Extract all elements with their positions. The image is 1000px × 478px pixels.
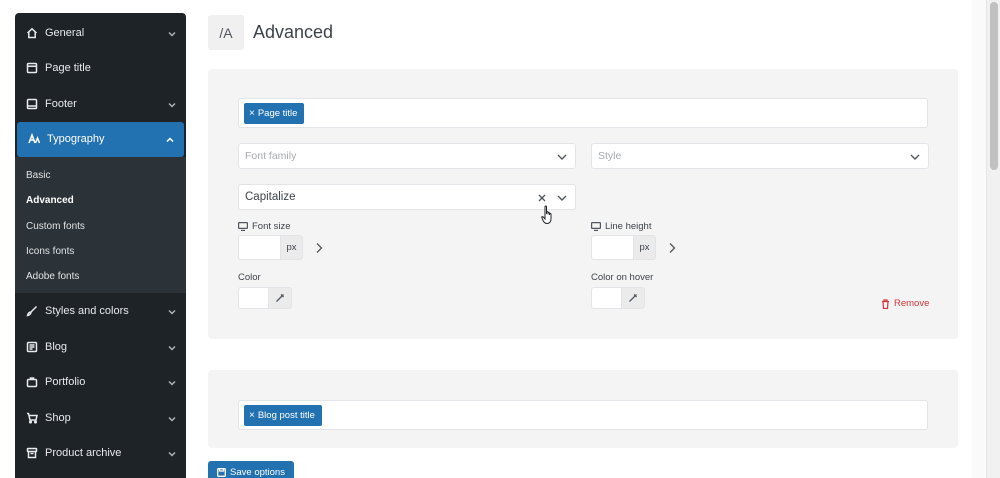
- page-header: /A Advanced: [208, 15, 333, 50]
- scrollbar-thumb[interactable]: [990, 2, 998, 170]
- remove-label: Remove: [894, 298, 930, 309]
- color-swatch[interactable]: [238, 287, 268, 309]
- desktop-icon: [238, 222, 248, 231]
- nav-item-shop[interactable]: Shop: [15, 400, 186, 436]
- font-style-select[interactable]: Style: [591, 143, 929, 169]
- typography-icon: [27, 132, 41, 146]
- line-height-field: px: [591, 235, 656, 260]
- nav-item-page-title[interactable]: Page title: [15, 51, 186, 87]
- typography-icon: /A: [208, 15, 244, 50]
- text-transform-select[interactable]: Capitalize: [238, 184, 576, 210]
- chevron-down-icon: [168, 449, 176, 457]
- element-selector-field-2[interactable]: × Blog post title: [238, 400, 928, 430]
- nav-item-product-archive[interactable]: Product archive: [15, 435, 186, 471]
- nav-label: Footer: [45, 97, 77, 110]
- chevron-down-icon: [168, 414, 176, 422]
- font-family-placeholder: Font family: [245, 150, 297, 162]
- remove-tag-icon[interactable]: ×: [249, 410, 255, 421]
- sidebar: General Page title Footer Typography Bas…: [15, 13, 186, 478]
- submenu-item-custom-fonts[interactable]: Custom fonts: [15, 214, 186, 239]
- nav-item-typography[interactable]: Typography: [17, 121, 184, 157]
- color-label: Color: [238, 272, 261, 283]
- nav-item-blog[interactable]: Blog: [15, 329, 186, 365]
- font-size-label-text: Font size: [252, 221, 291, 232]
- color-hover-field: [591, 287, 645, 309]
- blog-icon: [25, 340, 39, 354]
- line-height-input[interactable]: [591, 235, 633, 260]
- font-size-label: Font size: [238, 221, 291, 232]
- tag-label: Blog post title: [257, 410, 315, 421]
- chevron-right-icon[interactable]: [667, 241, 677, 253]
- color-hover-swatch[interactable]: [591, 287, 621, 309]
- eyedropper-icon[interactable]: [621, 287, 645, 309]
- save-options-button[interactable]: Save options: [208, 461, 294, 478]
- selected-element-tag[interactable]: × Page title: [244, 103, 305, 124]
- text-transform-value: Capitalize: [245, 191, 296, 203]
- element-selector-field[interactable]: × Page title: [238, 98, 928, 128]
- chevron-right-icon[interactable]: [314, 241, 324, 253]
- nav-item-general[interactable]: General: [15, 15, 186, 51]
- chevron-down-icon: [168, 378, 176, 386]
- chevron-down-icon: [168, 343, 176, 351]
- line-height-label-text: Line height: [605, 221, 652, 232]
- nav-label: Product archive: [45, 447, 122, 460]
- cart-icon: [25, 411, 39, 425]
- nav-item-footer[interactable]: Footer: [15, 86, 186, 122]
- nav-label: Portfolio: [45, 376, 86, 389]
- nav-label: Blog: [45, 340, 68, 353]
- hand-cursor-icon: [541, 205, 552, 225]
- font-family-select[interactable]: Font family: [238, 143, 576, 169]
- trash-icon: [882, 298, 889, 309]
- nav-item-styles-and-colors[interactable]: Styles and colors: [15, 293, 186, 329]
- line-height-label: Line height: [591, 221, 651, 232]
- chevron-down-icon: [168, 29, 176, 37]
- save-label: Save options: [230, 466, 285, 478]
- font-size-unit[interactable]: px: [280, 235, 303, 260]
- remove-rule-button[interactable]: Remove: [881, 298, 929, 309]
- archive-icon: [25, 446, 39, 460]
- submenu-item-advanced[interactable]: Advanced: [15, 188, 186, 213]
- nav-label: Styles and colors: [45, 305, 129, 318]
- typography-rule-panel-2: × Blog post title: [208, 370, 958, 448]
- desktop-icon: [591, 222, 601, 231]
- chevron-down-icon[interactable]: [557, 193, 567, 203]
- font-style-placeholder: Style: [598, 150, 622, 162]
- submenu-item-adobe-fonts[interactable]: Adobe fonts: [15, 264, 186, 289]
- font-size-input[interactable]: [238, 235, 280, 260]
- remove-tag-icon[interactable]: ×: [249, 108, 255, 119]
- nav-item-portfolio[interactable]: Portfolio: [15, 364, 186, 400]
- font-size-field: px: [238, 235, 303, 260]
- typography-submenu: Basic Advanced Custom fonts Icons fonts …: [15, 157, 186, 294]
- selected-element-tag[interactable]: × Blog post title: [244, 405, 322, 426]
- eyedropper-icon[interactable]: [268, 287, 292, 309]
- color-hover-label: Color on hover: [591, 272, 654, 283]
- submenu-item-icons-fonts[interactable]: Icons fonts: [15, 239, 186, 264]
- nav-label: Page title: [45, 62, 91, 75]
- chevron-up-icon: [166, 135, 174, 143]
- chevron-down-icon: [168, 100, 176, 108]
- nav-label: General: [45, 26, 85, 39]
- chevron-down-icon: [168, 307, 176, 315]
- home-icon: [25, 26, 39, 40]
- save-icon: [217, 467, 226, 477]
- footer-icon: [25, 97, 39, 111]
- nav-label: Shop: [45, 411, 71, 424]
- nav-label: Typography: [47, 133, 105, 146]
- page-title: Advanced: [253, 22, 334, 42]
- typography-rule-panel: × Page title Font family Style Capitaliz…: [208, 69, 958, 339]
- line-height-unit[interactable]: px: [633, 235, 656, 260]
- chevron-down-icon: [557, 152, 567, 162]
- page-icon: [25, 61, 39, 75]
- tag-label: Page title: [257, 108, 298, 119]
- scrollbar[interactable]: [986, 0, 1000, 478]
- portfolio-icon: [25, 375, 39, 389]
- color-field: [238, 287, 292, 309]
- submenu-item-basic[interactable]: Basic: [15, 163, 186, 188]
- clear-icon[interactable]: [537, 193, 547, 203]
- brush-icon: [25, 304, 39, 318]
- right-gutter: [972, 0, 986, 478]
- chevron-down-icon: [910, 152, 920, 162]
